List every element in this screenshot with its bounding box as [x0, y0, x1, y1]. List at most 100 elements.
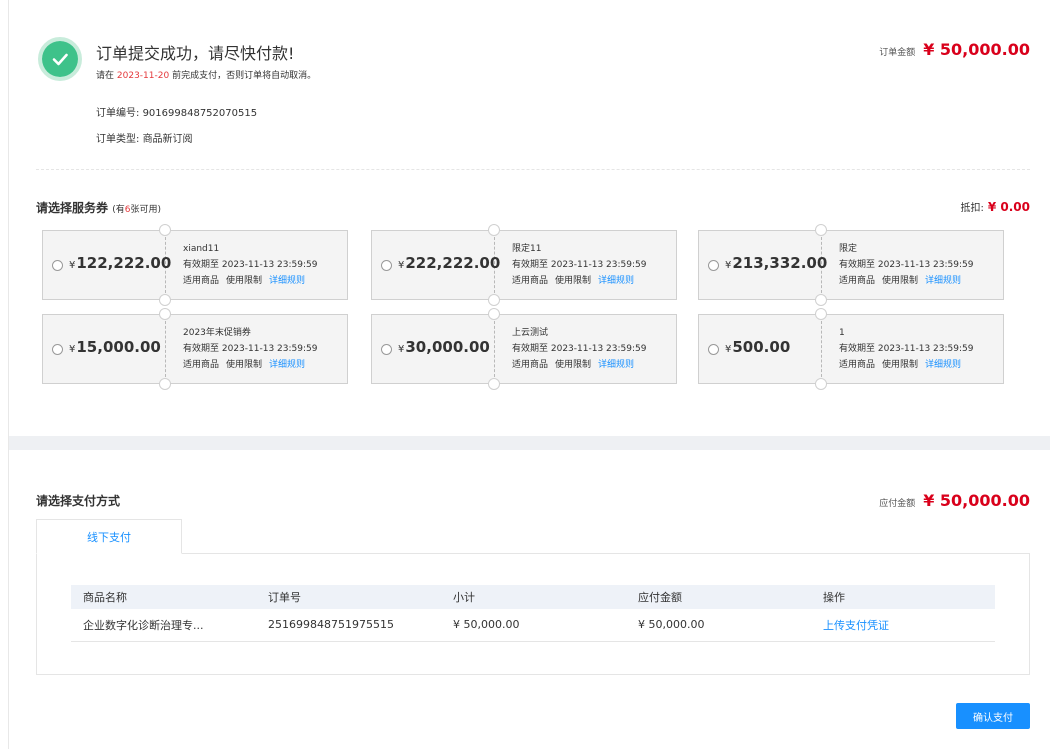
- coupon-name: 2023年末促销券: [183, 328, 251, 338]
- success-check-icon: [38, 37, 82, 81]
- usage-limit-link[interactable]: 使用限制: [555, 360, 591, 370]
- deadline-date: 2023-11-20: [116, 71, 170, 81]
- divider: [36, 169, 1030, 170]
- coupon-radio[interactable]: [708, 344, 719, 355]
- coupon-card[interactable]: ¥500.00 1 有效期至 2023-11-13 23:59:59 适用商品 使用限制…: [698, 308, 1004, 390]
- row-order-number: 251699848751975515: [256, 609, 441, 642]
- success-title: 订单提交成功，请尽快付款!: [96, 44, 295, 63]
- coupon-validity: 有效期至 2023-11-13 23:59:59: [512, 260, 647, 270]
- usage-limit-link[interactable]: 使用限制: [882, 276, 918, 286]
- coupon-divider: [165, 321, 166, 377]
- coupon-price: ¥30,000.00: [398, 338, 490, 356]
- coupon-info: xiand11 有效期至 2023-11-13 23:59:59 适用商品 使用限制详…: [183, 241, 317, 289]
- coupon-notch: [488, 308, 500, 320]
- usage-limit-link[interactable]: 使用限制: [882, 360, 918, 370]
- coupon-info: 上云测试有效期至 2023-11-13 23:59:59 适用商品 使用限制 详细规则: [512, 325, 646, 373]
- section-separator: [9, 436, 1050, 450]
- coupon-card[interactable]: ¥122,222.00 xiand11 有效期至 2023-11-13 23:59:…: [42, 224, 348, 306]
- coupon-name: 1: [839, 328, 845, 338]
- confirm-payment-button[interactable]: 确认支付: [956, 703, 1030, 729]
- coupon-info: 限定11 有效期至 2023-11-13 23:59:59 适用商品 使用限制 详细规则: [512, 241, 646, 289]
- detail-rules-link[interactable]: 详细规则: [269, 360, 305, 370]
- coupon-card[interactable]: ¥30,000.00 上云测试有效期至 2023-11-13 23:59:59 适用…: [371, 308, 677, 390]
- row-subtotal: ¥ 50,000.00: [441, 609, 626, 642]
- coupon-validity: 有效期至 2023-11-13 23:59:59: [839, 344, 974, 354]
- coupon-radio[interactable]: [381, 344, 392, 355]
- column-header: 操作: [811, 585, 995, 609]
- coupon-notch: [488, 224, 500, 236]
- coupon-divider: [494, 321, 495, 377]
- detail-rules-link[interactable]: 详细规则: [598, 276, 634, 286]
- coupon-notch: [159, 308, 171, 320]
- coupon-price: ¥213,332.00: [725, 254, 828, 272]
- table-row: 企业数字化诊断治理专... 251699848751975515 ¥ 50,00…: [71, 609, 995, 642]
- coupon-validity: 有效期至 2023-11-13 23:59:59: [183, 344, 318, 354]
- coupon-name: 限定11: [512, 244, 542, 254]
- coupon-price: ¥122,222.00: [69, 254, 172, 272]
- coupon-notch: [815, 308, 827, 320]
- coupon-info: 1 有效期至 2023-11-13 23:59:59 适用商品 使用限制 详细规则: [839, 325, 973, 373]
- coupon-section-title: 请选择服务券 (有6张可用): [36, 201, 161, 215]
- coupon-notch: [815, 294, 827, 306]
- coupon-notch: [159, 294, 171, 306]
- coupon-card[interactable]: ¥213,332.00 限定有效期至 2023-11-13 23:59:59 适用商…: [698, 224, 1004, 306]
- product-name: 企业数字化诊断治理专...: [71, 609, 256, 642]
- column-header: 应付金额: [626, 585, 811, 609]
- coupon-divider: [821, 321, 822, 377]
- coupon-price: ¥15,000.00: [69, 338, 161, 356]
- order-items-table: 商品名称 订单号 小计 应付金额 操作 企业数字化诊断治理专... 251699…: [71, 585, 995, 642]
- coupon-name: 限定: [839, 244, 858, 254]
- coupon-notch: [488, 294, 500, 306]
- coupon-price: ¥500.00: [725, 338, 791, 356]
- payable-amount-value: ¥ 50,000.00: [923, 491, 1030, 510]
- deduction-value: ¥ 0.00: [987, 200, 1030, 214]
- coupon-notch: [815, 224, 827, 236]
- coupon-name: xiand11: [183, 244, 220, 254]
- coupon-radio[interactable]: [381, 260, 392, 271]
- payment-section-title: 请选择支付方式: [36, 494, 121, 508]
- tab-offline-payment[interactable]: 线下支付: [36, 519, 182, 554]
- order-amount: 订单金额 ¥ 50,000.00: [879, 40, 1030, 59]
- detail-rules-link[interactable]: 详细规则: [269, 276, 305, 286]
- coupon-radio[interactable]: [708, 260, 719, 271]
- coupon-radio[interactable]: [52, 344, 63, 355]
- detail-rules-link[interactable]: 详细规则: [925, 360, 961, 370]
- order-number: 订单编号: 901699848752070515: [96, 108, 258, 119]
- coupon-info: 2023年末促销券有效期至 2023-11-13 23:59:59 适用商品 使用限…: [183, 325, 317, 373]
- column-header: 订单号: [256, 585, 441, 609]
- applicable-products-link[interactable]: 适用商品: [512, 276, 548, 286]
- coupon-price: ¥222,222.00: [398, 254, 501, 272]
- payable-amount: 应付金额 ¥ 50,000.00: [879, 491, 1030, 510]
- left-border: [8, 0, 9, 749]
- row-payable: ¥ 50,000.00: [626, 609, 811, 642]
- coupon-name: 上云测试: [512, 328, 549, 338]
- usage-limit-link[interactable]: 使用限制: [226, 360, 262, 370]
- applicable-products-link[interactable]: 适用商品: [183, 360, 219, 370]
- coupon-notch: [159, 224, 171, 236]
- column-header: 小计: [441, 585, 626, 609]
- column-header: 商品名称: [71, 585, 256, 609]
- applicable-products-link[interactable]: 适用商品: [839, 276, 875, 286]
- order-type: 订单类型: 商品新订阅: [96, 134, 193, 145]
- table-header-row: 商品名称 订单号 小计 应付金额 操作: [71, 585, 995, 609]
- coupon-deduction: 抵扣: ¥ 0.00: [960, 200, 1030, 214]
- applicable-products-link[interactable]: 适用商品: [512, 360, 548, 370]
- usage-limit-link[interactable]: 使用限制: [555, 276, 591, 286]
- applicable-products-link[interactable]: 适用商品: [183, 276, 219, 286]
- detail-rules-link[interactable]: 详细规则: [925, 276, 961, 286]
- coupon-card[interactable]: ¥15,000.00 2023年末促销券有效期至 2023-11-13 23:59…: [42, 308, 348, 390]
- coupon-notch: [159, 378, 171, 390]
- usage-limit-link[interactable]: 使用限制: [226, 276, 262, 286]
- coupon-validity: 有效期至 2023-11-13 23:59:59: [512, 344, 647, 354]
- coupon-notch: [488, 378, 500, 390]
- detail-rules-link[interactable]: 详细规则: [598, 360, 634, 370]
- coupon-validity: 有效期至 2023-11-13 23:59:59: [839, 260, 974, 270]
- coupon-radio[interactable]: [52, 260, 63, 271]
- coupon-info: 限定有效期至 2023-11-13 23:59:59 适用商品 使用限制 详细规则: [839, 241, 973, 289]
- upload-voucher-link[interactable]: 上传支付凭证: [811, 609, 995, 642]
- coupon-notch: [815, 378, 827, 390]
- coupon-card[interactable]: ¥222,222.00 限定11 有效期至 2023-11-13 23:59:59 适…: [371, 224, 677, 306]
- coupon-validity: 有效期至 2023-11-13 23:59:59: [183, 260, 318, 270]
- applicable-products-link[interactable]: 适用商品: [839, 360, 875, 370]
- payment-deadline: 请在 2023-11-20 前完成支付，否则订单将自动取消。: [96, 71, 317, 81]
